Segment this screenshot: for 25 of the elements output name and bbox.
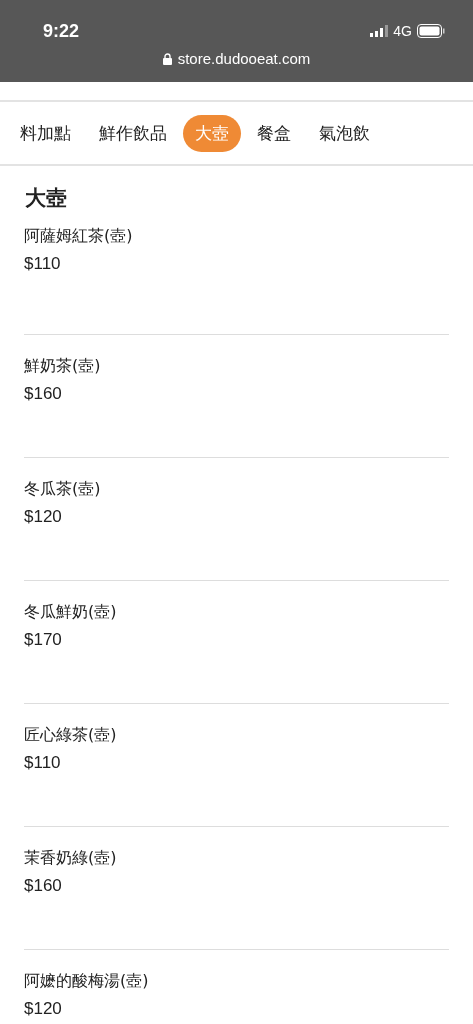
lock-icon [162,52,172,65]
item-price: $120 [24,998,63,1020]
signal-icon [370,25,389,37]
item-name: 冬瓜鮮奶(壺) [24,601,118,623]
item-name: 茉香奶綠(壺) [24,847,118,869]
item-price: $110 [24,752,62,774]
item-name: 阿薩姆紅茶(壺) [24,225,134,247]
battery-icon [417,24,445,38]
item-name: 冬瓜茶(壺) [24,478,102,500]
status-time: 9:22 [43,20,80,42]
item-name: 匠心綠茶(壺) [24,724,118,746]
item-price: $160 [24,875,63,897]
url-text: store.dudooeat.com [177,50,311,67]
item-name: 鮮奶茶(壺) [24,355,102,377]
item-price: $170 [24,629,63,651]
item-price: $160 [24,383,63,405]
category-tab[interactable]: 鮮作飲品 [87,114,179,152]
category-tab[interactable]: 餐盒 [245,114,303,152]
item-price: $110 [24,253,62,275]
section-title: 大壺 [25,185,68,212]
network-label: 4G [393,23,412,39]
category-tab[interactable]: 氣泡飲 [307,114,382,152]
category-tab[interactable]: 料加點 [0,114,83,152]
item-name: 阿嬷的酸梅湯(壺) [24,970,150,992]
item-price: $120 [24,506,63,528]
